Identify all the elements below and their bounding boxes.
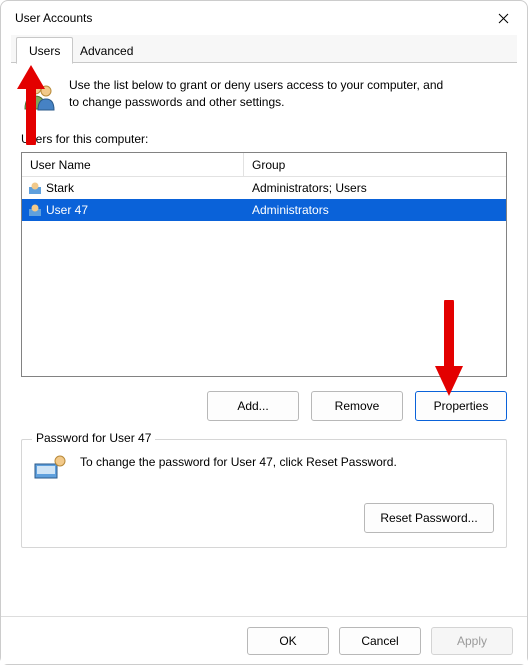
close-button[interactable]: [487, 6, 519, 30]
password-info-row: To change the password for User 47, clic…: [34, 454, 494, 487]
intro-text: Use the list below to grant or deny user…: [69, 77, 454, 112]
users-panel: Use the list below to grant or deny user…: [11, 63, 517, 558]
properties-button[interactable]: Properties: [415, 391, 507, 421]
tab-strip: Users Advanced: [11, 35, 517, 63]
apply-button: Apply: [431, 627, 513, 655]
username-text: User 47: [46, 203, 88, 217]
users-icon: [21, 77, 57, 116]
users-table[interactable]: User Name Group Stark Administrators; Us…: [21, 152, 507, 377]
titlebar: User Accounts: [1, 1, 527, 35]
ok-button[interactable]: OK: [247, 627, 329, 655]
cell-group: Administrators; Users: [244, 181, 506, 195]
password-text: To change the password for User 47, clic…: [80, 454, 397, 471]
password-legend: Password for User 47: [32, 431, 155, 445]
table-row[interactable]: User 47 Administrators: [22, 199, 506, 221]
table-header: User Name Group: [22, 153, 506, 177]
dialog-footer: OK Cancel Apply: [1, 616, 527, 664]
user-icon: [28, 181, 42, 195]
cell-user-name: User 47: [22, 203, 244, 217]
reset-password-button[interactable]: Reset Password...: [364, 503, 494, 533]
column-group[interactable]: Group: [244, 153, 506, 176]
column-user-name[interactable]: User Name: [22, 153, 244, 176]
intro-row: Use the list below to grant or deny user…: [21, 77, 507, 116]
tab-users[interactable]: Users: [16, 37, 73, 64]
user-icon: [28, 203, 42, 217]
username-text: Stark: [46, 181, 74, 195]
cancel-button[interactable]: Cancel: [339, 627, 421, 655]
cell-user-name: Stark: [22, 181, 244, 195]
user-buttons-row: Add... Remove Properties: [21, 391, 507, 421]
window-title: User Accounts: [15, 11, 92, 25]
add-button[interactable]: Add...: [207, 391, 299, 421]
list-label: Users for this computer:: [21, 132, 507, 146]
close-icon: [498, 13, 509, 24]
tab-advanced[interactable]: Advanced: [67, 37, 146, 63]
table-row[interactable]: Stark Administrators; Users: [22, 177, 506, 199]
cell-group: Administrators: [244, 203, 506, 217]
remove-button[interactable]: Remove: [311, 391, 403, 421]
key-icon: [34, 454, 68, 487]
password-groupbox: Password for User 47 To change the passw…: [21, 439, 507, 548]
